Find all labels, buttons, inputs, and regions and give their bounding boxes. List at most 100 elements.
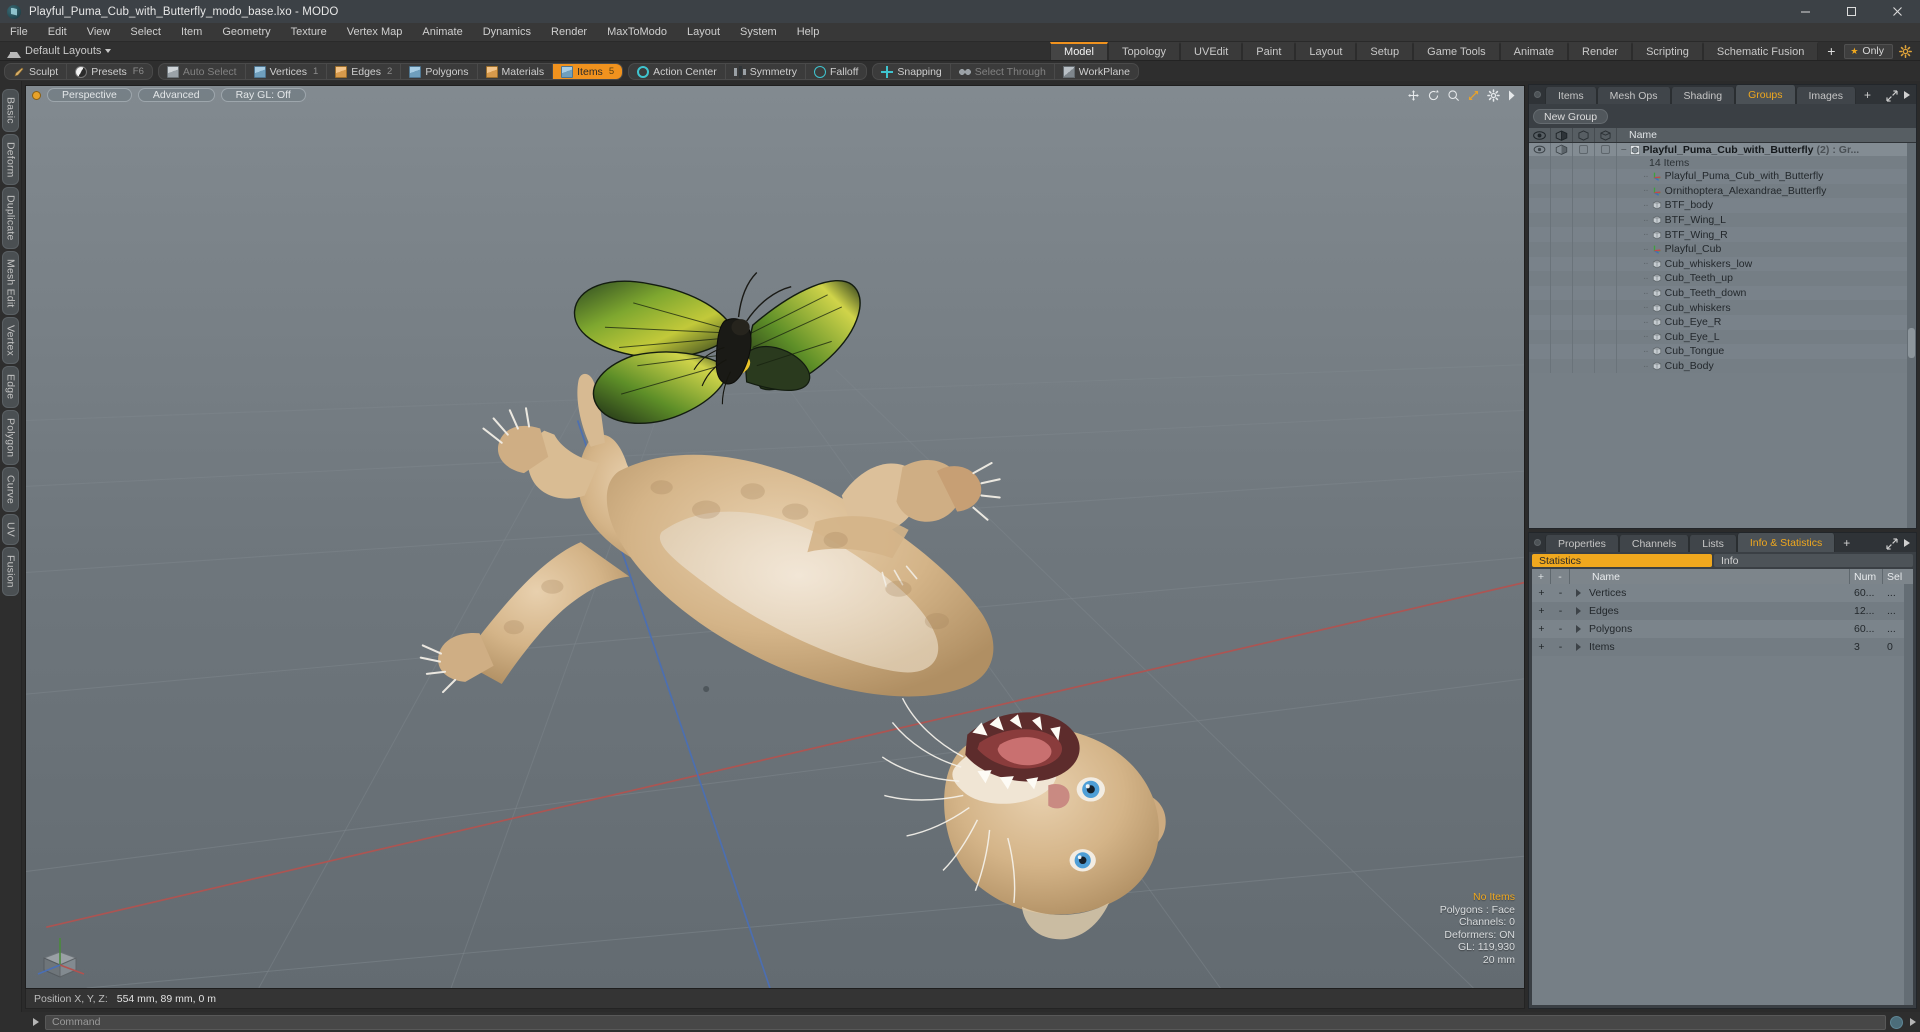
presets-button[interactable]: Presets F6 [67,64,152,79]
polygons-button[interactable]: Polygons [401,64,478,79]
rail-tab-deform[interactable]: Deform [2,133,19,186]
item-visibility-toggle[interactable] [1529,183,1551,199]
item-name-cell[interactable]: ·· Cub_whiskers [1617,300,1916,315]
tab-animate[interactable]: Animate [1499,42,1569,60]
tab-schematic-fusion[interactable]: Schematic Fusion [1702,42,1819,60]
group-item-list[interactable]: – Playful_Puma_Cub_with_Butterfly (2) : … [1529,143,1916,528]
menu-select[interactable]: Select [120,23,171,42]
item-shading-toggle[interactable] [1551,183,1573,199]
tab-groups[interactable]: Groups [1735,85,1796,104]
item-toggle-b[interactable] [1595,198,1617,213]
item-toggle-b[interactable] [1595,169,1617,184]
row-name-cell[interactable]: Items [1570,638,1850,656]
new-group-button[interactable]: New Group [1533,109,1609,124]
row-remove-button[interactable]: - [1551,584,1570,602]
tab-scripting[interactable]: Scripting [1632,42,1703,60]
group-root-name-cell[interactable]: – Playful_Puma_Cub_with_Butterfly (2) : … [1617,143,1916,156]
rail-tab-vertex[interactable]: Vertex [2,317,19,365]
tab-shading[interactable]: Shading [1670,87,1736,104]
item-name-cell[interactable]: ·· BTF_Wing_L [1617,213,1916,228]
snapping-button[interactable]: Snapping [873,64,951,79]
item-toggle-a[interactable] [1573,241,1595,257]
gear-icon[interactable] [1899,44,1912,58]
panel-menu-dot-icon[interactable] [1529,533,1545,552]
item-shading-toggle[interactable] [1551,271,1573,286]
axis-gizmo[interactable] [34,924,90,980]
item-toggle-a[interactable] [1573,358,1595,374]
list-item[interactable]: ·· Cub_Teeth_up [1529,271,1916,286]
list-item[interactable]: ·· Playful_Cub [1529,241,1916,257]
chevron-right-icon[interactable] [1507,89,1516,102]
item-toggle-a[interactable] [1573,300,1595,315]
menu-animate[interactable]: Animate [412,23,472,42]
list-item[interactable]: ·· BTF_Wing_L [1529,212,1916,228]
row-name-cell[interactable]: Edges [1570,602,1850,620]
item-toggle-b[interactable] [1595,358,1617,374]
tab-images[interactable]: Images [1795,87,1856,104]
sculpt-button[interactable]: Sculpt [5,64,68,79]
menu-item[interactable]: Item [171,23,212,42]
menu-system[interactable]: System [730,23,787,42]
rotate-icon[interactable] [1427,89,1440,102]
item-toggle-a[interactable] [1573,271,1595,286]
list-item[interactable]: ·· BTF_Wing_R [1529,227,1916,242]
item-shading-toggle[interactable] [1551,285,1573,301]
menu-file[interactable]: File [0,23,38,42]
panel-chevron-right-icon[interactable] [1904,538,1910,547]
tab-setup[interactable]: Setup [1356,42,1414,60]
materials-button[interactable]: Materials [478,64,554,79]
add-panel-tab-button[interactable]: + [1856,85,1879,104]
item-toggle-b[interactable] [1595,227,1617,242]
viewport-menu-dot-icon[interactable] [32,90,41,100]
item-toggle-a[interactable] [1573,227,1595,242]
row-name-cell[interactable]: Polygons [1570,620,1850,638]
symmetry-button[interactable]: Symmetry [726,64,806,79]
statistics-table-body[interactable]: + - Vertices 60... ... + - Edges 12... .… [1532,584,1913,1005]
column-wire-cube-alt[interactable] [1595,128,1617,142]
item-visibility-toggle[interactable] [1529,358,1551,374]
item-visibility-toggle[interactable] [1529,227,1551,242]
item-visibility-toggle[interactable] [1529,169,1551,184]
item-toggle-b[interactable] [1595,344,1617,359]
item-shading-toggle[interactable] [1551,314,1573,330]
item-visibility-toggle[interactable] [1529,285,1551,301]
add-tab-button[interactable]: + [1818,42,1845,60]
auto-select-button[interactable]: Auto Select [159,64,246,79]
item-visibility-toggle[interactable] [1529,212,1551,228]
item-visibility-toggle[interactable] [1529,271,1551,286]
expand-triangle-icon[interactable] [1576,625,1581,633]
tab-paint[interactable]: Paint [1242,42,1296,60]
command-chevron-right-icon[interactable] [33,1018,39,1026]
item-shading-toggle[interactable] [1551,329,1573,345]
menu-vertex-map[interactable]: Vertex Map [337,23,413,42]
item-toggle-b[interactable] [1595,241,1617,257]
expand-icon[interactable] [1886,89,1898,102]
tab-topology[interactable]: Topology [1108,42,1181,60]
group-list-scrollbar[interactable] [1907,143,1916,528]
subtab-info[interactable]: Info [1714,554,1913,567]
gear-icon[interactable] [1487,89,1500,102]
minimize-button[interactable] [1782,0,1828,23]
table-row[interactable]: + - Items 3 0 [1532,638,1913,656]
pin-icon[interactable] [4,44,21,58]
rail-tab-mesh-edit[interactable]: Mesh Edit [2,250,19,316]
tab-uvedit[interactable]: UVEdit [1180,42,1243,60]
tab-info-statistics[interactable]: Info & Statistics [1736,533,1836,552]
item-name-cell[interactable]: ·· BTF_body [1617,198,1916,213]
tab-layout[interactable]: Layout [1295,42,1357,60]
panel-menu-dot-icon[interactable] [1529,85,1545,104]
rail-tab-duplicate[interactable]: Duplicate [2,187,19,249]
item-toggle-b[interactable] [1595,285,1617,301]
group-root-row[interactable]: – Playful_Puma_Cub_with_Butterfly (2) : … [1529,143,1916,156]
row-remove-button[interactable]: - [1551,620,1570,638]
command-help-icon[interactable] [1890,1015,1903,1029]
column-shading[interactable] [1551,128,1573,142]
rail-tab-fusion[interactable]: Fusion [2,547,19,596]
vertices-button[interactable]: Vertices 1 [246,64,328,79]
tab-model[interactable]: Model [1050,42,1108,60]
viewport-shading-button[interactable]: Advanced [137,88,215,102]
only-toggle-button[interactable]: ★ Only [1844,43,1893,59]
item-visibility-toggle[interactable] [1529,198,1551,213]
row-remove-button[interactable]: - [1551,638,1570,656]
menu-geometry[interactable]: Geometry [212,23,280,42]
